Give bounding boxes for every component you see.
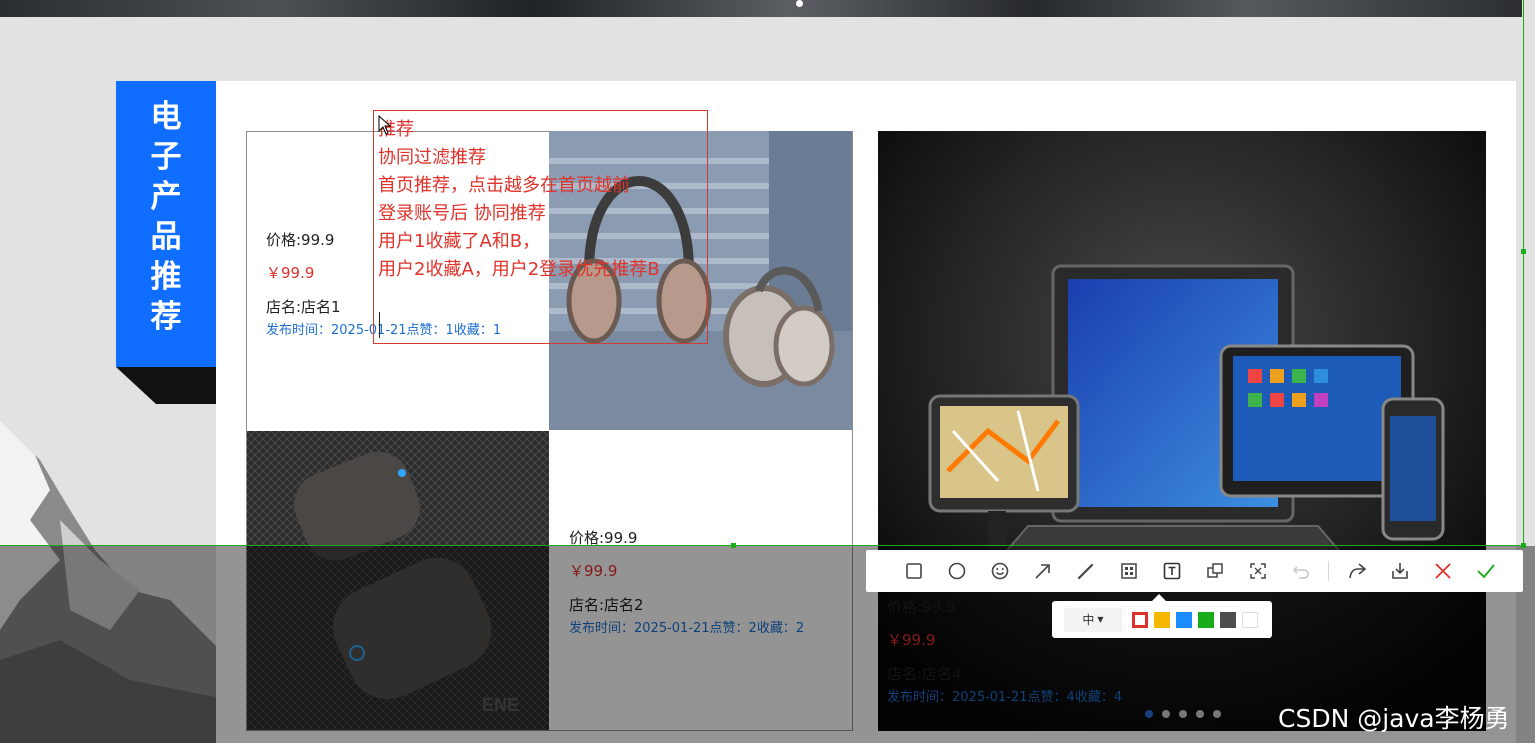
ocr-icon (1249, 563, 1266, 579)
pen-tool-button[interactable] (1064, 550, 1107, 592)
pen-icon (1077, 563, 1093, 580)
product-meta: 发布时间：2025-01-21点赞：2收藏：2 (569, 621, 805, 636)
annotation-line: 推荐 (378, 119, 414, 140)
capture-toolbar (866, 550, 1523, 592)
annotation-line: 用户2收藏A，用户2登录优先推荐B (378, 259, 660, 280)
rectangle-icon (905, 563, 922, 579)
image-brand-mark: ENE (482, 695, 519, 715)
section-title-char: 荐 (150, 299, 182, 335)
price-label: 价格:99.9 (266, 231, 335, 249)
toolbar-divider (1328, 561, 1329, 581)
csdn-watermark: CSDN @java李杨勇 (1278, 704, 1510, 733)
devices-illustration (878, 131, 1486, 731)
pin-icon (1206, 563, 1223, 578)
mosaic-tool-button[interactable] (1107, 550, 1150, 592)
price-value: ￥99.9 (887, 631, 936, 649)
section-title-char: 产 (150, 179, 182, 215)
carousel-dots (1145, 710, 1221, 718)
download-tool-button[interactable] (1378, 550, 1421, 592)
router-illustration: ENE (247, 431, 549, 730)
mouse-cursor-icon (378, 115, 392, 135)
arrow-tool-button[interactable] (1021, 550, 1064, 592)
hero-carousel-dot[interactable] (796, 0, 803, 7)
annotation-line: 协同过滤推荐 (378, 147, 486, 168)
mountain-background (0, 400, 230, 743)
color-swatch-green[interactable] (1198, 611, 1214, 628)
color-swatch-red[interactable] (1132, 611, 1148, 628)
color-swatch-yellow[interactable] (1154, 611, 1170, 628)
carousel-dot[interactable] (1162, 710, 1170, 718)
chevron-down-icon: ▼ (1097, 615, 1104, 624)
color-swatch-gray[interactable] (1220, 611, 1236, 628)
capture-resize-handle[interactable] (1521, 543, 1526, 548)
price-label: 价格:99.9 (887, 598, 956, 616)
annotation-line: 首页推荐，点击越多在首页越前 (378, 175, 630, 196)
emoji-tool-button[interactable] (978, 550, 1021, 592)
rectangle-tool-button[interactable] (892, 550, 935, 592)
electronics-devices-image[interactable] (878, 131, 1486, 731)
shop-name: 店名:店名1 (266, 298, 341, 316)
price-value: ￥99.9 (266, 264, 315, 282)
carousel-dot[interactable] (1145, 710, 1153, 718)
text-tool-button[interactable] (1150, 550, 1193, 592)
share-icon (1348, 563, 1366, 579)
shop-name: 店名:店名2 (569, 596, 644, 614)
carousel-dot[interactable] (1179, 710, 1187, 718)
carousel-dot[interactable] (1213, 710, 1221, 718)
confirm-capture-button[interactable] (1464, 550, 1507, 592)
section-title-char: 品 (150, 219, 182, 255)
pin-tool-button[interactable] (1193, 550, 1236, 592)
mosaic-icon (1120, 563, 1137, 579)
capture-selection-edge[interactable] (1523, 0, 1524, 546)
capture-resize-handle[interactable] (1521, 249, 1526, 254)
section-title-banner: 电 子 产 品 推 荐 (116, 81, 216, 367)
font-size-value: 中 (1082, 613, 1095, 627)
text-icon (1163, 562, 1180, 580)
price-value: ￥99.9 (569, 562, 618, 580)
text-style-popover: 中 ▼ (1052, 594, 1272, 638)
arrow-icon (1034, 564, 1050, 579)
cancel-capture-button[interactable] (1421, 550, 1464, 592)
section-title-char: 推 (150, 259, 182, 295)
shop-name: 店名:店名4 (887, 665, 962, 683)
emoji-icon (991, 562, 1008, 580)
share-tool-button[interactable] (1335, 550, 1378, 592)
close-icon (1434, 563, 1451, 579)
carousel-dot[interactable] (1196, 710, 1204, 718)
section-title-fold (116, 367, 216, 404)
text-caret (379, 312, 380, 338)
portable-router-image[interactable]: ENE (247, 431, 549, 730)
undo-tool-button[interactable] (1279, 550, 1322, 592)
annotation-line: 用户1收藏了A和B， (378, 231, 541, 252)
color-swatch-blue[interactable] (1176, 611, 1192, 628)
color-swatch-white[interactable] (1242, 611, 1258, 628)
font-size-select[interactable]: 中 ▼ (1064, 607, 1122, 632)
download-icon (1391, 563, 1408, 579)
capture-resize-handle[interactable] (731, 543, 736, 548)
hero-banner-strip (0, 0, 1522, 17)
ellipse-icon (948, 562, 965, 580)
ocr-tool-button[interactable] (1236, 550, 1279, 592)
section-title-char: 电 (150, 99, 182, 135)
product-meta: 发布时间：2025-01-21点赞：4收藏：4 (887, 690, 1123, 705)
ellipse-tool-button[interactable] (935, 550, 978, 592)
undo-icon (1292, 566, 1309, 579)
section-title-char: 子 (150, 139, 182, 175)
annotation-line: 登录账号后 协同推荐 (378, 203, 546, 224)
confirm-icon (1476, 564, 1495, 579)
annotation-text[interactable]: 推荐 协同过滤推荐 首页推荐，点击越多在首页越前 登录账号后 协同推荐 用户1收… (378, 116, 660, 284)
capture-selection-edge[interactable] (0, 545, 1526, 546)
